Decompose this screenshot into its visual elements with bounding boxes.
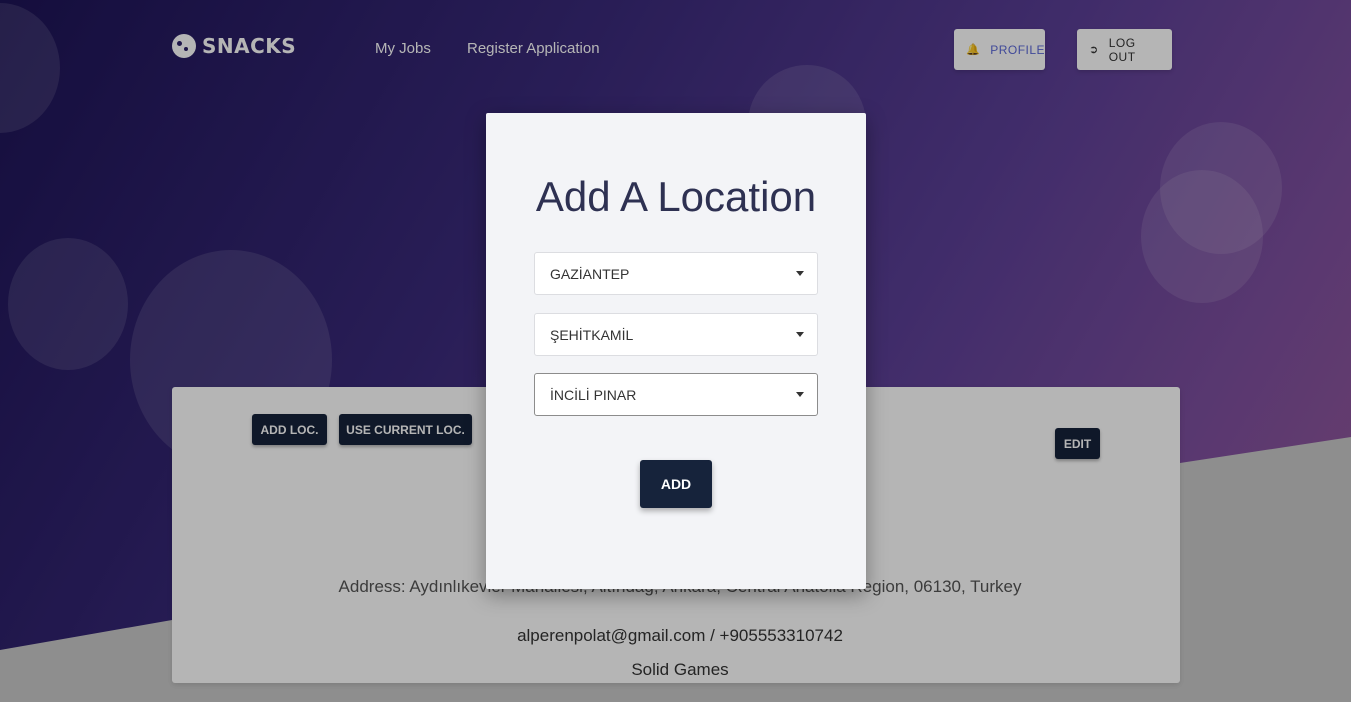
district-select-value: ŞEHİTKAMİL (550, 326, 634, 343)
caret-down-icon (796, 271, 804, 276)
caret-down-icon (796, 332, 804, 337)
add-location-modal: Add A Location GAZİANTEP ŞEHİTKAMİL İNCİ… (486, 113, 866, 589)
city-select-value: GAZİANTEP (550, 265, 630, 282)
modal-title: Add A Location (535, 173, 817, 220)
neighborhood-select-value: İNCİLİ PINAR (550, 386, 637, 403)
district-select[interactable]: ŞEHİTKAMİL (534, 313, 818, 356)
add-button[interactable]: ADD (640, 460, 712, 508)
caret-down-icon (796, 392, 804, 397)
neighborhood-select[interactable]: İNCİLİ PINAR (534, 373, 818, 416)
city-select[interactable]: GAZİANTEP (534, 252, 818, 295)
